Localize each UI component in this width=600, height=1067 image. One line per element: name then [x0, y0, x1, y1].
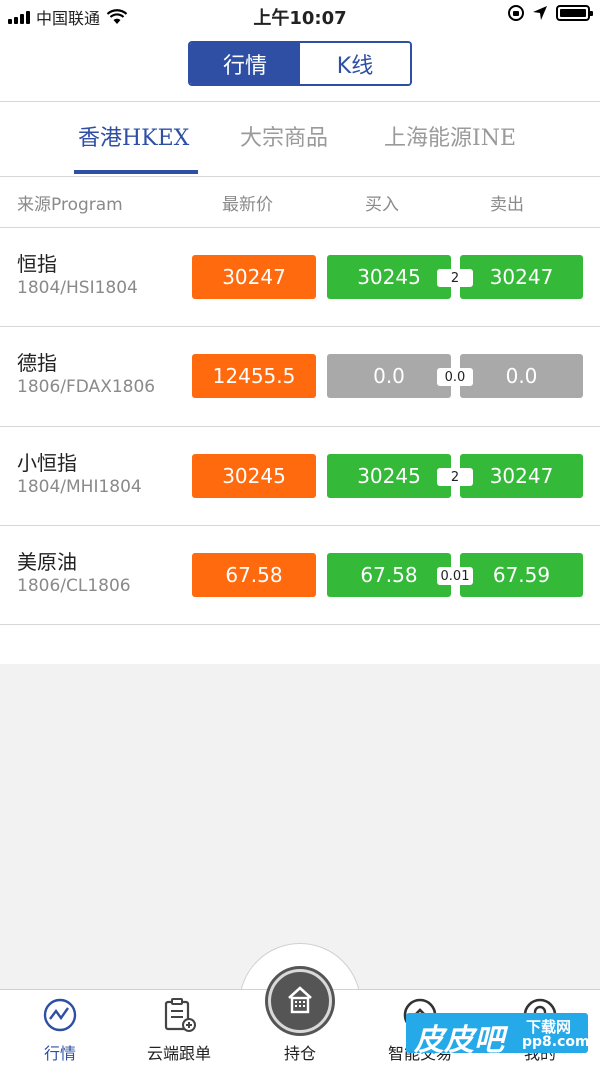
ask-button[interactable]: 0.0 — [460, 354, 583, 398]
bid-button[interactable]: 0.0 — [327, 354, 451, 398]
tab-shanghai-ine[interactable]: 上海能源INE — [384, 120, 516, 152]
header-ask: 卖出 — [490, 195, 524, 215]
spread-badge: 2 — [437, 269, 473, 287]
clipboard-add-icon — [164, 998, 196, 1032]
ask-button[interactable]: 67.59 — [460, 553, 583, 597]
divider — [0, 176, 600, 177]
nav-item-positions[interactable] — [268, 969, 332, 1033]
exchange-tabs: 香港HKEX 大宗商品 上海能源INE — [0, 102, 600, 176]
nav-label: 行情 — [43, 1044, 76, 1063]
nav-label: 云端跟单 — [146, 1044, 211, 1063]
ask-button[interactable]: 30247 — [460, 454, 583, 498]
rotation-lock-icon — [508, 5, 524, 21]
market-chart-icon — [43, 998, 77, 1032]
table-row[interactable]: 美原油 1806/CL1806 67.58 67.58 67.59 0.01 — [0, 526, 600, 626]
instrument-code: 1804/HSI1804 — [17, 278, 138, 298]
instrument-code: 1806/CL1806 — [17, 576, 131, 596]
battery-icon — [556, 5, 593, 21]
spread-badge: 0.01 — [437, 567, 473, 585]
status-bar: 中国联通 上午10:07 — [0, 0, 600, 30]
nav-item-cloud-follow[interactable]: 云端跟单 — [129, 990, 229, 1067]
watermark-logo: 皮皮吧 下载网 pp8.com — [406, 1013, 590, 1058]
bid-button[interactable]: 30245 — [327, 255, 451, 299]
instrument-code: 1806/FDAX1806 — [17, 377, 156, 397]
watermark-main: 皮皮吧 — [414, 1023, 504, 1058]
last-price-box[interactable]: 12455.5 — [192, 354, 316, 398]
header-bid: 买入 — [365, 195, 399, 215]
nav-item-market[interactable]: 行情 — [10, 990, 110, 1067]
tab-hkex[interactable]: 香港HKEX — [78, 120, 189, 152]
last-price-box[interactable]: 30245 — [192, 454, 316, 498]
table-row[interactable]: 小恒指 1804/MHI1804 30245 30245 30247 2 — [0, 427, 600, 527]
last-price-box[interactable]: 67.58 — [192, 553, 316, 597]
active-tab-indicator — [74, 170, 198, 174]
header-last-price: 最新价 — [222, 195, 273, 215]
spread-badge: 0.0 — [437, 368, 473, 386]
ask-button[interactable]: 30247 — [460, 255, 583, 299]
view-segment-control: 行情 K线 — [188, 41, 412, 86]
header-source: 来源Program — [17, 195, 123, 215]
segment-tab-kline[interactable]: K线 — [300, 43, 410, 84]
nav-label-positions: 持仓 — [283, 1044, 316, 1063]
bid-button[interactable]: 30245 — [327, 454, 451, 498]
instrument-name: 恒指 — [17, 252, 57, 276]
status-right — [508, 5, 593, 21]
spread-badge: 2 — [437, 468, 473, 486]
instrument-name: 美原油 — [17, 550, 77, 574]
tab-commodities[interactable]: 大宗商品 — [240, 120, 328, 152]
building-icon — [288, 986, 312, 1014]
table-row[interactable]: 恒指 1804/HSI1804 30247 30245 30247 2 — [0, 228, 600, 328]
segment-tab-market[interactable]: 行情 — [190, 43, 300, 84]
last-price-box[interactable]: 30247 — [192, 255, 316, 299]
instrument-name: 德指 — [17, 351, 57, 375]
instrument-name: 小恒指 — [17, 451, 77, 475]
table-row[interactable]: 德指 1806/FDAX1806 12455.5 0.0 0.0 0.0 — [0, 327, 600, 427]
divider — [0, 624, 600, 625]
watermark-url: pp8.com — [522, 1034, 590, 1050]
bid-button[interactable]: 67.58 — [327, 553, 451, 597]
location-arrow-icon — [533, 6, 547, 20]
instrument-code: 1804/MHI1804 — [17, 477, 142, 497]
